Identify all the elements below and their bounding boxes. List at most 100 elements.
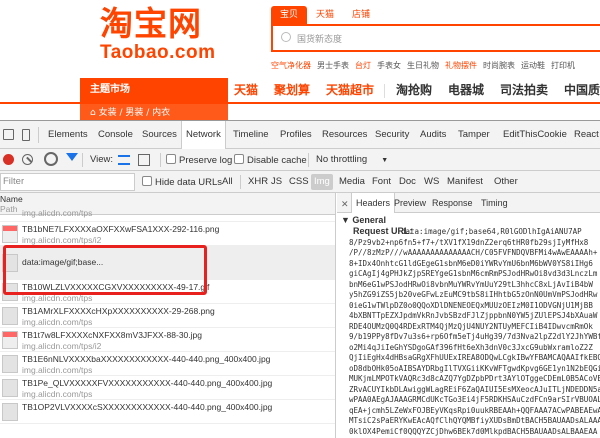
tab-console[interactable]: Console [98,121,133,149]
capture-screenshots-icon[interactable] [44,152,58,166]
tab-audits[interactable]: Audits [420,121,446,149]
tab-timing[interactable]: Timing [481,193,508,213]
search-tab-tmall[interactable]: 天猫 [307,6,343,24]
search-tab-shop[interactable]: 店铺 [343,6,379,24]
record-icon[interactable] [3,154,14,165]
filter-doc[interactable]: Doc [396,174,419,190]
nav-juhuasuan[interactable]: 聚划算 [274,78,310,104]
table-row[interactable]: img.alicdn.com/tps [0,206,335,222]
request-url-line: /P//8zMzP///wAAAAAAAAAAAAAACH/C05FVFNDQV… [349,248,598,257]
filter-other[interactable]: Other [491,174,521,190]
checkbox-box[interactable] [166,154,176,164]
logo-text[interactable]: 淘宝网 [100,6,202,42]
tab-react[interactable]: React [574,121,599,149]
tab-timeline[interactable]: Timeline [233,121,269,149]
filter-all[interactable]: All [219,174,236,190]
nav-right-group: 淘抢购 电器城 司法拍卖 中国质造 [396,78,600,104]
filter-input[interactable]: Filter [0,173,135,191]
hot-word-link[interactable]: 男士手表 [317,60,349,71]
filter-icon[interactable] [66,153,78,161]
nav-zhongguozhizao[interactable]: 中国质造 [564,78,600,104]
hot-word-link[interactable]: 生日礼物 [407,60,439,71]
tab-preview[interactable]: Preview [394,193,426,213]
tab-elements[interactable]: Elements [48,121,88,149]
filter-css[interactable]: CSS [286,174,312,190]
theme-market-label[interactable]: 主题市场 [80,78,228,104]
nav-taoqianggou[interactable]: 淘抢购 [396,78,432,104]
search-input[interactable]: 国货新态度 [271,24,600,52]
hot-word-link[interactable]: 礼物摆件 [445,60,477,71]
table-row[interactable]: TB1AMrXLFXXXXcHXpXXXXXXXXXX-29-268.png i… [0,304,335,328]
device-mode-icon[interactable] [22,129,30,141]
filter-ws[interactable]: WS [421,174,442,190]
logo-subtext[interactable]: Taobao.com [100,42,216,64]
request-url-line: ZRvACUYIkbDLAwiggWLagREiF6ZaQAIUI5EsMXeo… [349,384,600,394]
column-name-header[interactable]: Name [0,194,23,204]
request-url-line: o2Mi4qJiIeGhYSDgoGAf396fHt6eXh3dnV0c3Jxc… [349,342,593,352]
preserve-log-label: Preserve log [179,155,233,166]
main-nav: 主题市场 天猫 聚划算 天猫超市 淘抢购 电器城 司法拍卖 中国质造 [0,78,600,104]
throttling-select[interactable]: No throttling ▼ [316,154,388,165]
large-rows-icon[interactable] [118,155,130,165]
tab-editthiscookie[interactable]: EditThisCookie [503,121,567,149]
search-placeholder: 国货新态度 [297,35,343,45]
filter-manifest[interactable]: Manifest [444,174,486,190]
request-thumbnail [2,307,18,325]
filter-js[interactable]: JS [268,174,285,190]
request-name: TB1bNE7LFXXXXaOXFXXwFSA1XXX-292-116.png [22,224,220,234]
overview-icon[interactable] [138,154,150,166]
hot-word-link[interactable]: 空气净化器 [271,60,311,71]
nav-dianqicheng[interactable]: 电器城 [448,78,484,104]
tab-resources[interactable]: Resources [322,121,367,149]
hot-word-link[interactable]: 台灯 [355,60,371,71]
tab-security[interactable]: Security [375,121,409,149]
request-url-line: data:image/gif;base64,R0lGODlhIgAiANU7AP [401,227,582,236]
category-item[interactable]: ⌂ 女装 / 男装 / 内衣 [80,104,228,120]
table-row[interactable]: TB1E6nNLVXXXXbaXXXXXXXXXXXX-440-440.png_… [0,352,335,376]
close-icon[interactable]: ✕ [341,199,349,210]
hot-word-link[interactable]: 运动鞋 [521,60,545,71]
taobao-page: 淘宝网 Taobao.com 宝贝 天猫 店铺 国货新态度 空气净化器 男士手表台… [0,0,600,120]
nav-tmall[interactable]: 天猫 [234,78,258,104]
table-row[interactable]: TB1t7w8LFXXXXcNXFXX8mV3JFXX-88-30.jpg im… [0,328,335,352]
request-name: TB1Pe_QLVXXXXXFVXXXXXXXXXXX-440-440.png_… [22,378,273,388]
hide-data-urls-checkbox[interactable]: Hide data URLs [142,176,222,188]
tab-network[interactable]: Network [181,121,226,150]
search-tab-item[interactable]: 宝贝 [271,6,308,24]
request-name: TB1AMrXLFXXXXcHXpXXXXXXXXXX-29-268.png [22,306,215,316]
general-section-header[interactable]: ▼ General [341,215,386,225]
hot-word-link[interactable]: 打印机 [551,60,575,71]
request-details-panel: ✕ Headers Preview Response Timing ▼ Gene… [337,193,600,438]
tab-sources[interactable]: Sources [142,121,177,149]
category-label: 女装 / 男装 / 内衣 [98,108,171,118]
disable-cache-checkbox[interactable]: Disable cache [234,154,307,166]
hot-word-link[interactable]: 手表女 [377,60,401,71]
general-section-label: General [352,215,386,225]
table-row[interactable]: TB1Pe_QLVXXXXXFVXXXXXXXXXXX-440-440.png_… [0,376,335,400]
request-thumbnail [2,355,18,373]
checkbox-box[interactable] [142,176,152,186]
nav-sifapaimai[interactable]: 司法拍卖 [500,78,548,104]
chevron-down-icon: ▼ [381,157,389,164]
inspect-icon[interactable] [3,129,14,140]
tab-headers[interactable]: Headers [351,193,396,213]
nav-tmall-supermarket[interactable]: 天猫超市 [326,78,374,104]
hot-word-link[interactable]: 时尚腕表 [483,60,515,71]
camera-icon [281,32,291,42]
table-row[interactable]: TB1bNE7LFXXXXaOXFXXwFSA1XXX-292-116.png … [0,222,335,246]
filter-font[interactable]: Font [369,174,394,190]
filter-img[interactable]: Img [311,174,333,190]
toolbar-divider [82,153,83,167]
filter-divider [240,175,241,189]
filter-media[interactable]: Media [336,174,368,190]
preserve-log-checkbox[interactable]: Preserve log [166,154,232,166]
tab-profiles[interactable]: Profiles [280,121,312,149]
table-row[interactable]: TB1OP2VLVXXXXcSXXXXXXXXXXXX-440-440.png_… [0,400,335,424]
filter-bar: Filter Hide data URLs All XHR JS CSS Img… [0,171,600,193]
request-url-line: 8+IDx4OnhtcG1ldGEgeG1sbnM6eD0iYWRvYmU6bn… [349,258,593,268]
request-url-line: oD8dbOHk05oAIBSAYDRbgIlTVXGiiKKvWFTgwdKp… [349,363,600,373]
checkbox-box[interactable] [234,154,244,164]
request-name: TB1t7w8LFXXXXcNXFXX8mV3JFXX-88-30.jpg [22,330,202,340]
tab-tamper[interactable]: Tamper [458,121,490,149]
tab-response[interactable]: Response [432,193,473,213]
